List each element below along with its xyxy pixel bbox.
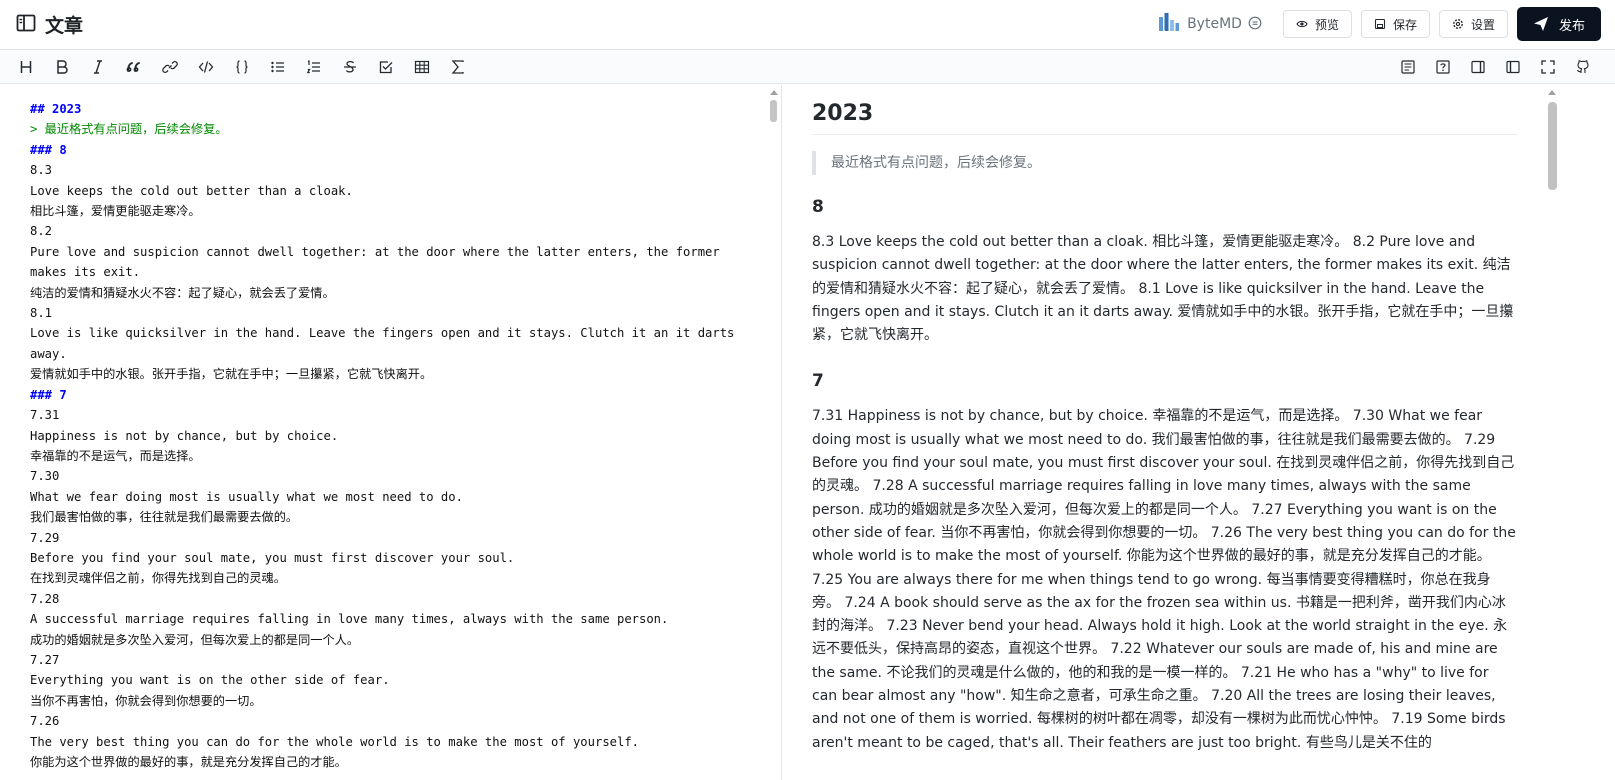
save-button[interactable]: 保存 [1360,10,1430,38]
publish-label: 发布 [1558,18,1585,34]
editor-line[interactable]: 在找到灵魂伴侣之前，你得先找到自己的灵魂。 [30,568,750,588]
editor-line[interactable]: ### 8 [30,140,750,160]
toc-icon[interactable] [1398,57,1418,77]
settings-button[interactable]: 设置 [1438,10,1508,38]
editor-line[interactable]: 我们最害怕做的事，往往就是我们最需要去做的。 [30,507,750,527]
save-icon [1374,18,1386,30]
editor-line[interactable]: 7.31 [30,405,750,425]
editor-line[interactable]: Happiness is not by chance, but by choic… [30,426,750,446]
editor-line[interactable]: ### 7 [30,385,750,405]
editor-line[interactable]: 7.27 [30,650,750,670]
editor-line[interactable]: > 最近格式有点问题，后续会修复。 [30,119,750,139]
bold-icon[interactable] [52,57,72,77]
table-icon[interactable] [412,57,432,77]
code-icon[interactable] [196,57,216,77]
brand-name: ByteMD [1187,16,1242,32]
preview-content: 2023 最近格式有点问题，后续会修复。 8 8.3 Love keeps th… [812,101,1517,779]
preview-label: 预览 [1314,17,1339,32]
gear-icon [1453,19,1463,29]
send-icon [1533,17,1548,31]
markdown-preview: 2023 最近格式有点问题，后续会修复。 8 8.3 Love keeps th… [783,85,1615,780]
editor-line[interactable]: 7.28 [30,589,750,609]
github-icon[interactable] [1573,57,1593,77]
editor-line[interactable]: 7.30 [30,466,750,486]
editor-scrollbar-thumb[interactable] [770,100,777,122]
sidebar-toggle-icon[interactable] [16,13,36,37]
editor-line[interactable]: 当你不再害怕，你就会得到你想要的一切。 [30,691,750,711]
brand-info-icon[interactable] [1248,15,1262,34]
editor-line[interactable]: 你能为这个世界做的最好的事，就是充分发挥自己的才能。 [30,752,750,772]
bytemd-logo-icon [1158,11,1180,37]
preview-heading-8: 8 [812,197,824,217]
editor-content[interactable]: ## 2023 > 最近格式有点问题，后续会修复。 ### 8 8.3 Love kee… [30,99,750,772]
editor-line[interactable]: 7.26 [30,711,750,731]
editor-line[interactable]: Before you find your soul mate, you must… [30,548,750,568]
editor-toolbar [0,51,1615,84]
settings-label: 设置 [1470,17,1495,32]
editor-line[interactable]: A successful marriage requires falling i… [30,609,750,629]
write-only-icon[interactable] [1468,57,1488,77]
page-title: 文章 [45,15,84,37]
editor-line[interactable]: Love is like quicksilver in the hand. Le… [30,323,750,364]
unordered-list-icon[interactable] [268,57,288,77]
bytemd-brand: ByteMD [1158,11,1262,37]
editor-line[interactable]: 8.2 [30,221,750,241]
editor-line[interactable]: 幸福靠的不是运气，而是选择。 [30,446,750,466]
markdown-editor[interactable]: ## 2023 > 最近格式有点问题，后续会修复。 ### 8 8.3 Love kee… [0,85,782,780]
toolbar-left [16,57,484,77]
eye-icon [1296,20,1308,28]
editor-scroll-up-arrow[interactable] [770,90,778,95]
fullscreen-icon[interactable] [1538,57,1558,77]
preview-paragraph-7: 7.31 Happiness is not by chance, but by … [812,408,1516,751]
preview-heading-2023: 2023 [812,101,1517,135]
editor-line[interactable]: 纯洁的爱情和猜疑水火不容：起了疑心，就会丢了爱情。 [30,283,750,303]
link-icon[interactable] [160,57,180,77]
editor-line[interactable]: 8.1 [30,303,750,323]
editor-line[interactable]: 爱情就如手中的水银。张开手指，它就在手中；一旦攥紧，它就飞快离开。 [30,364,750,384]
publish-button[interactable]: 发布 [1516,7,1601,41]
italic-icon[interactable] [88,57,108,77]
ordered-list-icon[interactable] [304,57,324,77]
code-block-icon[interactable] [232,57,252,77]
editor-line[interactable]: ## 2023 [30,99,750,119]
help-icon[interactable] [1433,57,1453,77]
heading-icon[interactable] [16,57,36,77]
math-icon[interactable] [448,57,468,77]
editor-line[interactable]: 7.29 [30,528,750,548]
toolbar-right [1383,57,1593,77]
quote-icon[interactable] [124,57,144,77]
preview-scrollbar-thumb[interactable] [1548,102,1557,190]
editor-line[interactable]: Pure love and suspicion cannot dwell tog… [30,242,750,283]
preview-scroll-up-arrow[interactable] [1548,90,1556,95]
task-list-icon[interactable] [376,57,396,77]
preview-only-icon[interactable] [1503,57,1523,77]
save-label: 保存 [1392,17,1417,32]
editor-line[interactable]: Love keeps the cold out better than a cl… [30,181,750,201]
preview-paragraph-8: 8.3 Love keeps the cold out better than … [812,234,1514,344]
editor-line[interactable]: Everything you want is on the other side… [30,670,750,690]
header: 文章 ByteMD 预览 保存 设置 发布 [0,0,1615,50]
strikethrough-icon[interactable] [340,57,360,77]
preview-button[interactable]: 预览 [1282,10,1352,38]
header-left: 文章 [16,11,83,38]
editor-line[interactable]: 成功的婚姻就是多次坠入爱河，但每次爱上的都是同一个人。 [30,630,750,650]
preview-blockquote: 最近格式有点问题，后续会修复。 [812,151,1517,175]
header-actions: ByteMD 预览 保存 设置 发布 [1158,7,1601,41]
editor-line[interactable]: 8.3 [30,160,750,180]
editor-line[interactable]: 相比斗篷，爱情更能驱走寒冷。 [30,201,750,221]
editor-line[interactable]: What we fear doing most is usually what … [30,487,750,507]
editor-line[interactable]: The very best thing you can do for the w… [30,732,750,752]
preview-heading-7: 7 [812,371,824,392]
